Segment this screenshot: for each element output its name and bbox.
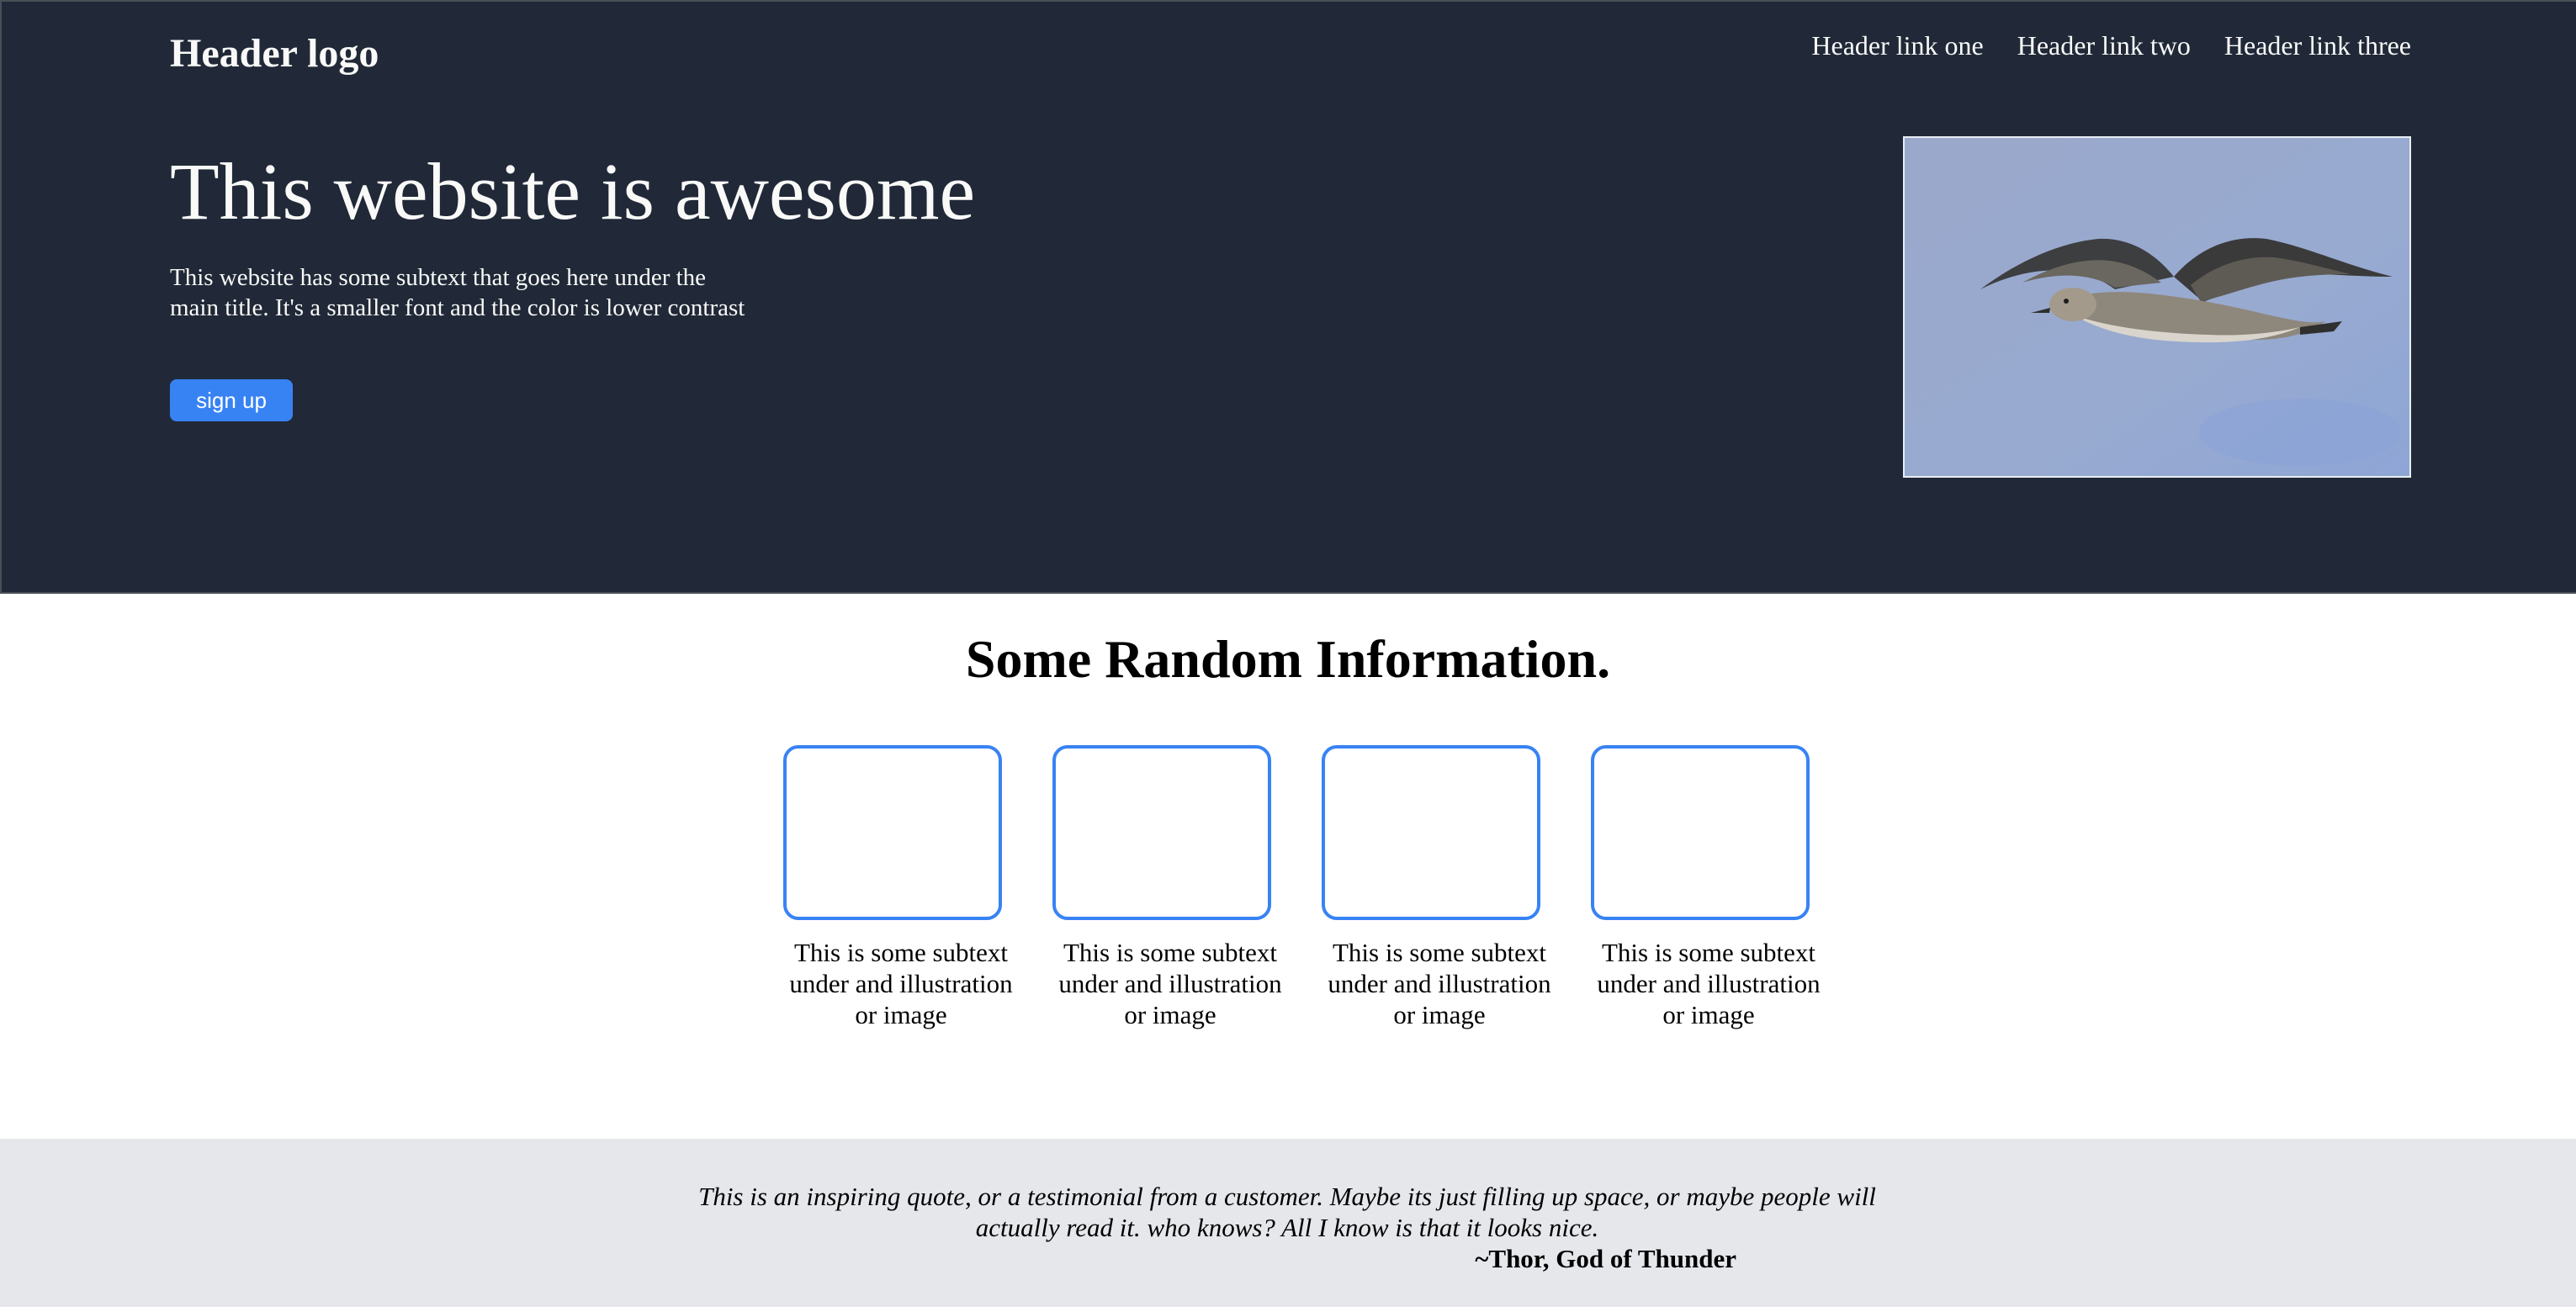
info-card: This is some subtext under and illustrat… [1591,745,1821,1056]
sign-up-button[interactable]: sign up [170,379,293,421]
hero-section: Header logo Header link one Header link … [0,0,2576,594]
card-image-placeholder [1322,745,1540,920]
card-image-placeholder [783,745,1002,920]
nav-link-one[interactable]: Header link one [1811,27,1983,64]
quote-author: ~Thor, God of Thunder [1475,1244,1736,1273]
quote-section: This is an inspiring quote, or a testimo… [0,1139,2576,1307]
card-caption: This is some subtext under and illustrat… [1058,938,1282,1029]
nav-link-two[interactable]: Header link two [2017,27,2191,64]
card-image-placeholder [1591,745,1810,920]
header-logo[interactable]: Header logo [170,25,379,82]
header-nav: Header link one Header link two Header l… [1811,27,2411,64]
hero-title: This website is awesome [170,146,976,236]
quote-text: This is an inspiring quote, or a testimo… [698,1182,1876,1242]
info-section-title: Some Random Information. [965,629,1611,689]
card-caption: This is some subtext under and illustrat… [789,938,1013,1029]
info-cards: This is some subtext under and illustrat… [783,745,1827,1056]
hero-image [1903,136,2411,478]
info-card: This is some subtext under and illustrat… [1322,745,1551,1056]
card-caption: This is some subtext under and illustrat… [1597,938,1821,1029]
card-caption: This is some subtext under and illustrat… [1328,938,1551,1029]
nav-link-three[interactable]: Header link three [2224,27,2411,64]
info-card: This is some subtext under and illustrat… [1052,745,1282,1056]
hero-subtext: This website has some subtext that goes … [170,264,745,321]
info-card: This is some subtext under and illustrat… [783,745,1013,1056]
card-image-placeholder [1052,745,1271,920]
seagull-illustration [1905,138,2409,476]
